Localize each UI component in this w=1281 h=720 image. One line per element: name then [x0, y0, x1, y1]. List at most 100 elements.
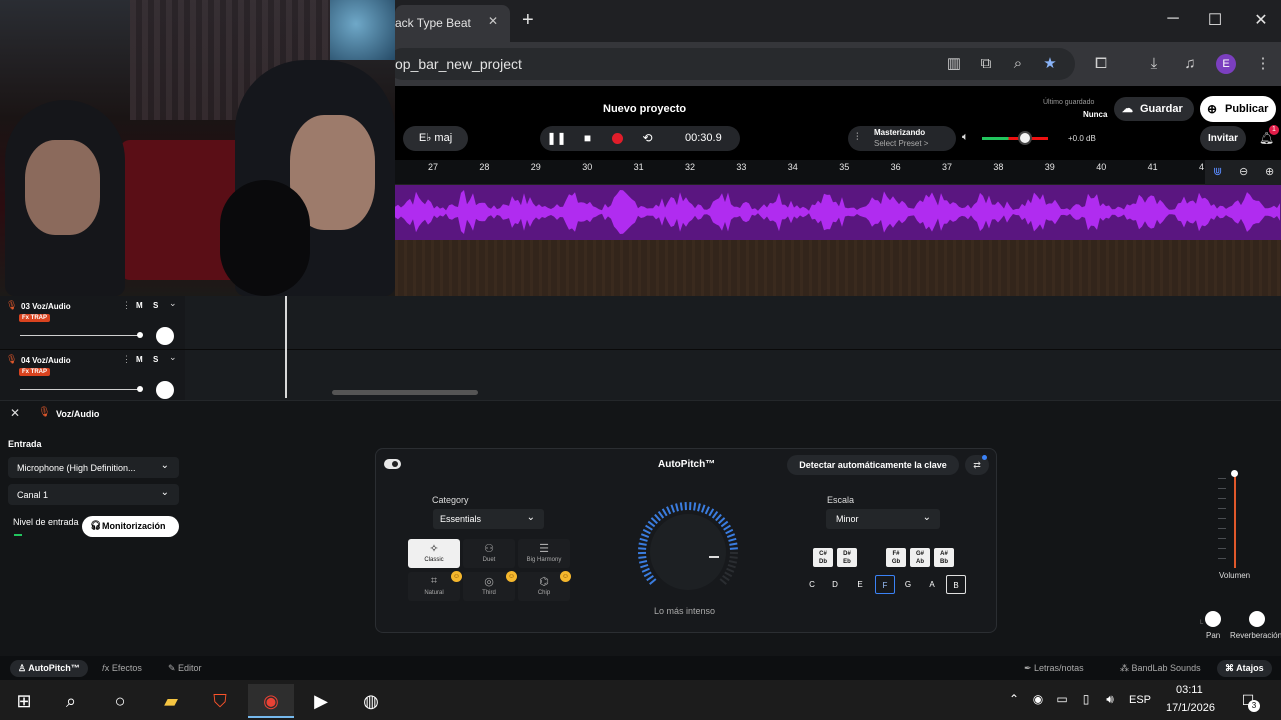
track-pan-knob[interactable]	[156, 327, 174, 345]
shortcuts-button[interactable]: ⌘ Atajos	[1217, 660, 1272, 677]
publish-button[interactable]: ⊕ Publicar	[1200, 96, 1276, 122]
chevron-down-icon[interactable]: ⌄	[169, 352, 177, 363]
master-volume-knob[interactable]	[1018, 131, 1032, 145]
monitoring-button[interactable]: 🎧︎ Monitorización	[82, 516, 179, 537]
browser-menu-icon[interactable]: ⋮	[1253, 54, 1273, 74]
key-f[interactable]: F	[875, 575, 895, 594]
zoom-out-icon[interactable]: ⊖	[1239, 165, 1248, 178]
mute-button[interactable]: M	[136, 301, 143, 310]
save-button[interactable]: ☁ Guardar	[1114, 97, 1194, 121]
scale-select[interactable]: Minor ⌄	[826, 509, 940, 529]
key-e[interactable]: E	[850, 575, 870, 594]
network-icon[interactable]: ▭	[1054, 692, 1070, 706]
reading-mode-icon[interactable]: ▥	[944, 54, 964, 74]
chevron-down-icon[interactable]: ⌄	[169, 298, 177, 309]
key-a[interactable]: A	[922, 575, 942, 594]
zoom-icon[interactable]: ⌕	[1008, 54, 1028, 74]
record-tray-icon[interactable]: ◉	[1030, 692, 1046, 706]
tab-editor[interactable]: ✎ Editor	[160, 660, 210, 677]
install-app-icon[interactable]: ⧉	[976, 54, 996, 74]
track-header[interactable]: 🎙︎ 04 Voz/Audio Fx TRAP ⋮ M S ⌄	[0, 350, 185, 404]
volume-icon[interactable]: 🔊︎	[1102, 692, 1118, 707]
volume-fader-knob[interactable]	[1231, 470, 1238, 477]
clock-time[interactable]: 03:11	[1176, 684, 1203, 696]
key-f-sharp[interactable]: F# Gb	[886, 548, 906, 567]
invite-button[interactable]: Invitar	[1200, 126, 1246, 151]
tab-autopitch[interactable]: ♙ AutoPitch™	[10, 660, 88, 677]
new-tab-icon[interactable]: +	[522, 9, 534, 32]
playhead[interactable]	[285, 296, 287, 398]
language-indicator[interactable]: ESP	[1129, 694, 1151, 706]
speaker-icon[interactable]: 🔈︎	[962, 131, 969, 144]
category-classic[interactable]: ✧ Classic	[408, 539, 460, 568]
file-explorer-icon[interactable]: ▰	[148, 684, 194, 718]
track-volume-slider[interactable]	[20, 389, 140, 390]
key-button[interactable]: E♭ maj	[403, 126, 468, 151]
maximize-icon[interactable]: ☐	[1205, 10, 1225, 30]
mute-button[interactable]: M	[136, 355, 143, 364]
key-g-sharp[interactable]: G# Ab	[910, 548, 930, 567]
fx-badge[interactable]: Fx TRAP	[19, 314, 51, 322]
horizontal-scrollbar[interactable]	[332, 390, 478, 395]
zoom-in-icon[interactable]: ⊕	[1265, 165, 1274, 178]
track-volume-knob[interactable]	[137, 332, 143, 338]
loop-icon[interactable]: ⟲	[635, 126, 660, 151]
key-c[interactable]: C	[802, 575, 822, 594]
track-volume-slider[interactable]	[20, 335, 140, 336]
minimize-icon[interactable]: ─	[1163, 10, 1183, 28]
windows-start-icon[interactable]: ⊞	[1, 684, 47, 718]
clock-date[interactable]: 17/1/2026	[1166, 702, 1215, 714]
download-icon[interactable]: ⤓	[1144, 54, 1164, 74]
task-view-icon[interactable]: ○	[97, 684, 143, 718]
channel-select[interactable]: Canal 1 ⌄	[8, 484, 179, 505]
extensions-icon[interactable]: ⧠	[1091, 54, 1111, 74]
intensity-dial[interactable]	[630, 500, 750, 604]
chrome-icon[interactable]: ◉	[248, 684, 294, 718]
project-title[interactable]: Nuevo proyecto	[603, 103, 686, 115]
bookmark-star-icon[interactable]: ★	[1040, 54, 1060, 74]
key-a-sharp[interactable]: A# Bb	[934, 548, 954, 567]
category-duet[interactable]: ⚇ Duet	[463, 539, 515, 568]
close-panel-icon[interactable]: ✕	[10, 406, 26, 422]
key-g[interactable]: G	[898, 575, 918, 594]
tab-effects[interactable]: 𝑓x Efectos	[94, 660, 150, 677]
lyrics-button[interactable]: ✒ Letras/notas	[1016, 660, 1092, 677]
drag-handle-icon[interactable]: ⋮	[122, 354, 131, 365]
audio-clip-vocal[interactable]	[395, 185, 1281, 240]
drag-handle-icon[interactable]: ⋮	[122, 300, 131, 311]
pause-icon[interactable]: ❚❚	[544, 126, 569, 151]
battery-icon[interactable]: ▯	[1078, 692, 1094, 706]
solo-button[interactable]: S	[153, 355, 158, 364]
category-big-harmony[interactable]: ☰ Big Harmony	[518, 539, 570, 568]
track-header[interactable]: 🎙︎ 03 Voz/Audio Fx TRAP ⋮ M S ⌄	[0, 296, 185, 350]
detect-key-button[interactable]: Detectar automáticamente la clave	[787, 455, 959, 475]
pan-knob[interactable]	[1205, 611, 1221, 627]
track-lane[interactable]	[185, 296, 1281, 350]
key-d-sharp[interactable]: D# Eb	[837, 548, 857, 567]
master-volume-slider[interactable]	[982, 137, 1048, 140]
media-player-icon[interactable]: ▶	[298, 684, 344, 718]
obs-icon[interactable]: ◍	[348, 684, 394, 718]
search-icon[interactable]: ⌕	[48, 684, 94, 718]
fx-badge[interactable]: Fx TRAP	[19, 368, 51, 376]
close-window-icon[interactable]: ✕	[1251, 10, 1271, 30]
brave-browser-icon[interactable]: ⛉	[197, 684, 243, 718]
stop-icon[interactable]: ■	[575, 126, 600, 151]
category-select[interactable]: Essentials ⌄	[433, 509, 544, 529]
key-d[interactable]: D	[825, 575, 845, 594]
close-tab-icon[interactable]: ✕	[488, 14, 498, 28]
record-button[interactable]	[605, 126, 630, 151]
input-device-select[interactable]: Microphone (High Definition... ⌄	[8, 457, 179, 478]
track-lane[interactable]	[185, 350, 1281, 404]
key-c-sharp[interactable]: C# Db	[813, 548, 833, 567]
timeline-ruler[interactable]: 27 28 29 30 31 32 33 34 35 36 37 38 39 40 41 4	[395, 160, 1205, 185]
track-pan-knob[interactable]	[156, 381, 174, 399]
reverb-knob[interactable]	[1249, 611, 1265, 627]
chevron-up-icon[interactable]: ⌃	[1006, 692, 1022, 706]
audio-clip-beat[interactable]	[395, 240, 1281, 296]
autopitch-toggle[interactable]	[384, 459, 401, 469]
url-field[interactable]: op_bar_new_project	[387, 48, 1075, 80]
profile-avatar[interactable]: E	[1216, 54, 1236, 74]
volume-fader[interactable]	[1234, 474, 1236, 568]
bandlab-sounds-button[interactable]: ⁂ BandLab Sounds	[1112, 660, 1209, 677]
